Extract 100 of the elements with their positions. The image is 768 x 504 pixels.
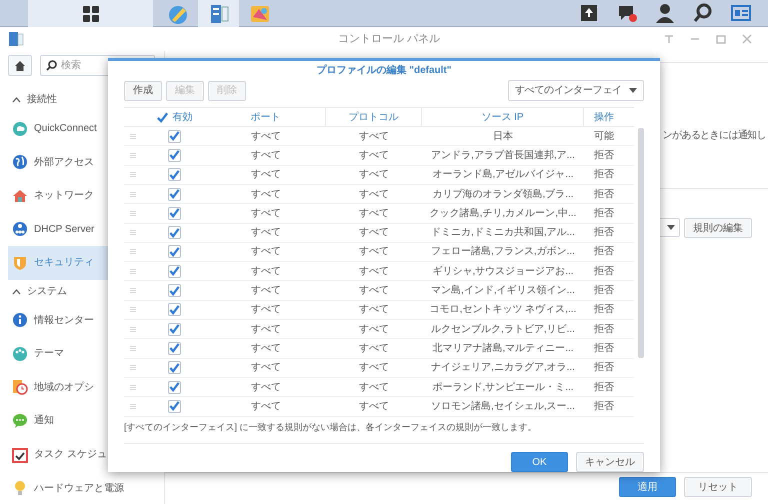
house-icon bbox=[12, 188, 28, 204]
drag-handle-icon[interactable] bbox=[130, 230, 136, 236]
column-header[interactable]: ソース IP bbox=[481, 110, 524, 125]
sidebar-item[interactable]: タスク スケジュ bbox=[8, 438, 164, 472]
table-cell-text: 拒否 bbox=[594, 206, 614, 221]
taskbar-app[interactable] bbox=[28, 0, 153, 27]
interface-select[interactable]: すべてのインターフェイ bbox=[508, 80, 644, 102]
check-icon bbox=[168, 207, 180, 220]
table-cell-text: すべて bbox=[359, 284, 389, 298]
checkbox[interactable] bbox=[168, 206, 180, 220]
drag-handle-icon[interactable] bbox=[130, 210, 136, 216]
caret-icon bbox=[667, 225, 675, 230]
checkbox[interactable] bbox=[168, 226, 180, 240]
chevron-up-icon[interactable] bbox=[12, 288, 21, 295]
checkbox[interactable] bbox=[168, 303, 180, 316]
table-cell-text: 拒否 bbox=[594, 342, 614, 356]
table-cell-text: すべて bbox=[251, 188, 281, 202]
globe-icon bbox=[12, 154, 28, 170]
drag-handle-icon[interactable] bbox=[130, 134, 136, 139]
home-button[interactable] bbox=[8, 55, 32, 76]
drag-handle-icon[interactable] bbox=[130, 326, 136, 332]
sidebar-item[interactable]: ネットワーク bbox=[8, 178, 164, 212]
sidebar-item[interactable]: QuickConnect bbox=[8, 112, 164, 146]
table-cell-text: すべて bbox=[359, 245, 389, 260]
scrollbar[interactable] bbox=[638, 128, 644, 358]
check-icon bbox=[168, 265, 180, 278]
column-header[interactable]: 操作 bbox=[594, 110, 614, 125]
section-header[interactable]: 接続性 bbox=[27, 92, 57, 108]
section-header[interactable]: システム bbox=[27, 284, 67, 300]
sidebar-item[interactable]: テーマ bbox=[8, 337, 164, 371]
reset-button[interactable]: リセット bbox=[684, 477, 752, 497]
drag-handle-icon[interactable] bbox=[130, 346, 136, 351]
cancel-button[interactable]: キャンセル bbox=[576, 452, 644, 472]
table-cell-text: 北マリアナ諸島,マルティニー... bbox=[432, 342, 574, 356]
user-icon[interactable] bbox=[654, 2, 676, 24]
info-icon bbox=[12, 312, 28, 328]
edit-rules-button[interactable]: 規則の編集 bbox=[684, 218, 752, 238]
check-icon bbox=[168, 304, 180, 316]
sidebar-item[interactable]: 外部アクセス bbox=[8, 145, 164, 179]
table-cell-text: すべて bbox=[359, 400, 389, 414]
caret-icon bbox=[629, 88, 637, 94]
table-cell-text: 拒否 bbox=[594, 360, 614, 376]
drag-handle-icon[interactable] bbox=[130, 404, 136, 409]
control-panel-icon bbox=[8, 31, 24, 47]
table-cell-text: すべて bbox=[251, 226, 281, 240]
drag-handle-icon[interactable] bbox=[130, 384, 136, 390]
drag-handle-icon[interactable] bbox=[130, 249, 136, 254]
table-cell-text: すべて bbox=[359, 361, 389, 376]
table-cell-text: すべて bbox=[359, 206, 389, 221]
cloud-icon bbox=[12, 120, 28, 137]
check-icon bbox=[168, 168, 180, 181]
table-cell-text: 日本 bbox=[493, 130, 513, 144]
checkbox[interactable] bbox=[156, 110, 168, 124]
column-header[interactable]: プロトコル bbox=[348, 110, 398, 125]
checkbox[interactable] bbox=[168, 284, 180, 298]
column-header[interactable]: 有効 bbox=[172, 110, 192, 125]
checkbox[interactable] bbox=[168, 380, 180, 394]
table-cell-text: 拒否 bbox=[594, 148, 614, 163]
window-icon[interactable] bbox=[730, 2, 752, 24]
search-icon[interactable] bbox=[692, 2, 714, 24]
checkbox[interactable] bbox=[168, 322, 180, 336]
checkbox[interactable] bbox=[168, 342, 180, 355]
table-cell-text: すべて bbox=[251, 264, 281, 279]
checkbox[interactable] bbox=[168, 130, 180, 143]
table-cell-text: 拒否 bbox=[594, 188, 614, 202]
table-cell-text: コモロ,セントキッツ ネヴィス,... bbox=[430, 303, 576, 318]
checkbox[interactable] bbox=[168, 148, 180, 162]
table-cell-text: すべて bbox=[251, 342, 281, 356]
drag-handle-icon[interactable] bbox=[130, 365, 136, 370]
checkbox[interactable] bbox=[168, 361, 180, 374]
drag-handle-icon[interactable] bbox=[130, 288, 136, 294]
drag-handle-icon[interactable] bbox=[130, 307, 136, 312]
drag-handle-icon[interactable] bbox=[130, 268, 136, 274]
drag-handle-icon[interactable] bbox=[130, 152, 136, 158]
table-cell-text: 拒否 bbox=[594, 168, 614, 182]
column-header[interactable]: ポート bbox=[250, 110, 280, 125]
check-icon bbox=[168, 342, 180, 354]
checkbox[interactable] bbox=[168, 264, 180, 278]
checkbox[interactable] bbox=[168, 168, 180, 182]
drag-handle-icon[interactable] bbox=[130, 172, 136, 178]
table-cell-text: 拒否 bbox=[594, 244, 614, 260]
clock-icon bbox=[12, 379, 28, 396]
table-cell-text: オーランド島,アゼルバイジャ... bbox=[432, 168, 574, 182]
checkbox[interactable] bbox=[168, 400, 180, 413]
table-cell-text: 可能 bbox=[594, 130, 614, 144]
drag-handle-icon[interactable] bbox=[130, 192, 136, 197]
table-cell-text: マン島,インド,イギリス領イン... bbox=[431, 284, 575, 298]
table-cell-text: すべて bbox=[251, 284, 281, 298]
sidebar-item[interactable]: ハードウェアと電源 bbox=[8, 471, 164, 504]
sidebar-item[interactable]: DHCP Server bbox=[8, 212, 164, 246]
table-cell-text: ルクセンブルク,ラトビア,リビ... bbox=[431, 322, 575, 337]
sidebar-item[interactable]: 地域のオプシ bbox=[8, 370, 164, 404]
sidebar-item[interactable]: 情報センター bbox=[8, 303, 164, 337]
chevron-up-icon[interactable] bbox=[12, 96, 21, 103]
table-cell-text: すべて bbox=[251, 361, 281, 376]
toolbar-button[interactable]: 作成 bbox=[124, 80, 162, 101]
checkbox[interactable] bbox=[168, 188, 180, 201]
table-cell-text: すべて bbox=[251, 400, 281, 414]
checkbox[interactable] bbox=[168, 245, 180, 258]
upload-icon[interactable] bbox=[578, 2, 600, 24]
